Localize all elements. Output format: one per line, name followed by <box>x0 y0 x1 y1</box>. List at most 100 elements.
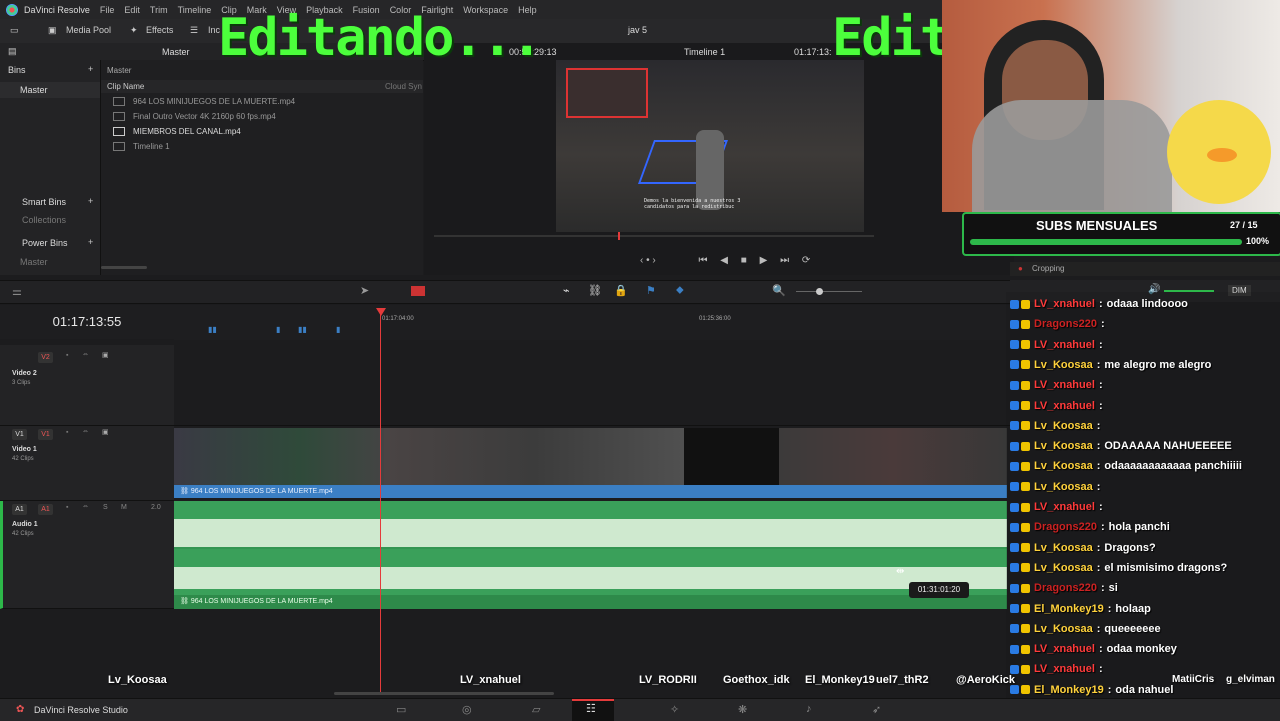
timeline-view-icon[interactable]: ⚌ <box>12 285 22 298</box>
viewer-scrubber[interactable] <box>434 235 874 237</box>
timeline-playhead[interactable] <box>380 308 381 693</box>
timeline-marker-icon[interactable]: ▮ <box>276 325 280 334</box>
page-fairlight-icon[interactable]: ♪ <box>806 703 812 715</box>
zoom-slider-handle[interactable] <box>816 288 823 295</box>
timeline-marker-icon[interactable]: ▮▮ <box>208 325 217 334</box>
chat-username[interactable]: Dragons220 <box>1034 521 1097 533</box>
audio-clip-waveform[interactable] <box>174 501 1007 595</box>
video-clip-thumbnails[interactable] <box>174 428 1007 485</box>
chat-username[interactable]: LV_xnahuel <box>1034 400 1095 412</box>
viewer-playhead[interactable] <box>618 232 620 240</box>
page-cut-icon[interactable]: ◎ <box>462 703 472 716</box>
clip-item[interactable]: 964 LOS MINIJUEGOS DE LA MUERTE.mp4 <box>113 97 295 106</box>
stop-icon[interactable]: ■ <box>741 255 747 266</box>
lock-track-icon[interactable]: ▪ <box>66 504 68 511</box>
track-header-a1[interactable]: A1 A1 ▪ ⇔ S M 2.0 Audio 1 42 Clips <box>0 501 174 609</box>
smart-bin-collections[interactable]: Collections <box>22 215 66 225</box>
chat-username[interactable]: Lv_Koosaa <box>1034 623 1093 635</box>
zoom-slider[interactable] <box>796 291 862 292</box>
lock-icon[interactable]: 🔒 <box>614 284 628 297</box>
power-bin-master[interactable]: Master <box>20 257 48 267</box>
menu-edit[interactable]: Edit <box>124 5 140 15</box>
bin-master[interactable]: Master <box>0 82 100 98</box>
chat-username[interactable]: LV_xnahuel <box>1034 501 1095 513</box>
timeline-marker-icon[interactable]: ▮ <box>336 325 340 334</box>
chat-username[interactable]: Dragons220 <box>1034 318 1097 330</box>
col-cloud-sync[interactable]: Cloud Syn <box>385 82 422 91</box>
playhead-handle[interactable] <box>376 308 386 316</box>
track-lane-v2[interactable] <box>174 345 1010 426</box>
solo-button[interactable]: S <box>103 504 108 511</box>
link-icon[interactable]: ⛓ <box>588 284 602 297</box>
track-monitor-icon[interactable]: ▣ <box>102 351 109 359</box>
snapping-icon[interactable]: ⌁ <box>563 284 570 297</box>
selection-tool-icon[interactable]: ➤ <box>360 284 369 297</box>
clip-item[interactable]: MIEMBROS DEL CANAL.mp4 <box>113 127 241 136</box>
menu-timeline[interactable]: Timeline <box>178 5 212 15</box>
chat-username[interactable]: LV_xnahuel <box>1034 339 1095 351</box>
page-tab-edit-active[interactable]: ☷ <box>572 699 614 721</box>
flag-icon[interactable]: ⚑ <box>646 284 656 297</box>
page-edit-icon[interactable]: ▱ <box>532 703 540 716</box>
clip-list-scrollbar[interactable] <box>101 266 147 269</box>
chat-username[interactable]: LV_xnahuel <box>1034 663 1095 675</box>
track-badge[interactable]: V1 <box>12 429 27 440</box>
chat-username[interactable]: Lv_Koosaa <box>1034 562 1093 574</box>
page-media-icon[interactable]: ▭ <box>396 703 406 716</box>
media-pool-button[interactable]: Media Pool <box>66 25 111 35</box>
play-icon[interactable]: ▶ <box>760 255 768 266</box>
track-badge[interactable]: V2 <box>38 352 53 363</box>
effects-button[interactable]: Effects <box>146 25 173 35</box>
chat-username[interactable]: Lv_Koosaa <box>1034 460 1093 472</box>
chat-username[interactable]: Lv_Koosaa <box>1034 542 1093 554</box>
timeline-ruler[interactable]: 01:17:04:00 01:25:36:00 ▮▮ ▮ ▮▮ ▮ <box>174 305 1010 340</box>
clip-item[interactable]: Timeline 1 <box>113 142 170 151</box>
page-fusion-icon[interactable]: ✧ <box>670 703 679 716</box>
track-badge[interactable]: A1 <box>12 504 27 515</box>
inspector-cropping[interactable]: Cropping <box>1032 264 1064 273</box>
list-view-icon[interactable]: ▤ <box>8 46 17 57</box>
track-badge[interactable]: V1 <box>38 429 53 440</box>
chat-username[interactable]: LV_xnahuel <box>1034 298 1095 310</box>
marker-icon[interactable]: ⬥ <box>676 284 684 297</box>
audio-clip-label[interactable]: ⛓ 964 LOS MINIJUEGOS DE LA MUERTE.mp4 <box>174 595 1007 609</box>
loop-icon[interactable]: ⟳ <box>802 255 810 266</box>
video-preview[interactable]: Demos la bienvenida a nuestros 3 candida… <box>556 60 864 232</box>
chat-username[interactable]: Lv_Koosaa <box>1034 359 1093 371</box>
chat-username[interactable]: Lv_Koosaa <box>1034 420 1093 432</box>
timeline-timecode-display[interactable]: 01:17:13:55 <box>0 305 174 339</box>
track-header-v2[interactable]: V2 ▪ ⇔ ▣ Video 2 3 Clips <box>0 345 174 426</box>
menu-trim[interactable]: Trim <box>150 5 168 15</box>
col-clip-name[interactable]: Clip Name <box>107 82 144 91</box>
menu-file[interactable]: File <box>100 5 115 15</box>
go-to-end-icon[interactable]: ⏭ <box>780 255 789 266</box>
add-smart-bin-icon[interactable]: + <box>88 196 93 206</box>
edit-index-icon[interactable]: ☰ <box>190 25 198 36</box>
chat-username[interactable]: Lv_Koosaa <box>1034 440 1093 452</box>
auto-select-icon[interactable]: ⇔ <box>82 503 89 510</box>
chat-username[interactable]: El_Monkey19 <box>1034 684 1104 696</box>
panel-toggle-icon[interactable]: ▭ <box>10 25 19 36</box>
add-bin-icon[interactable]: + <box>88 64 93 74</box>
auto-select-icon[interactable]: ⇔ <box>82 428 89 435</box>
add-power-bin-icon[interactable]: + <box>88 237 93 247</box>
page-deliver-icon[interactable]: ➶ <box>872 703 881 716</box>
lock-track-icon[interactable]: ▪ <box>66 352 68 359</box>
mute-button[interactable]: M <box>121 504 127 511</box>
chat-username[interactable]: LV_xnahuel <box>1034 643 1095 655</box>
video-clip-label[interactable]: ⛓ 964 LOS MINIJUEGOS DE LA MUERTE.mp4 <box>174 485 1007 498</box>
timeline-marker-icon[interactable]: ▮▮ <box>298 325 307 334</box>
step-back-icon[interactable]: ◀ <box>720 255 728 266</box>
blade-tool-icon[interactable] <box>411 286 425 296</box>
timeline-scrollbar[interactable] <box>334 692 554 695</box>
chat-username[interactable]: El_Monkey19 <box>1034 603 1104 615</box>
track-monitor-icon[interactable]: ▣ <box>102 428 109 436</box>
chat-username[interactable]: LV_xnahuel <box>1034 379 1095 391</box>
timeline-selector[interactable]: Timeline 1 <box>684 47 725 57</box>
clip-item[interactable]: Final Outro Vector 4K 2160p 60 fps.mp4 <box>113 112 276 121</box>
jog-icon[interactable]: ‹ • › <box>640 255 656 266</box>
page-color-icon[interactable]: ❋ <box>738 703 747 716</box>
lock-track-icon[interactable]: ▪ <box>66 429 68 436</box>
auto-select-icon[interactable]: ⇔ <box>82 351 89 358</box>
track-header-v1[interactable]: V1 V1 ▪ ⇔ ▣ Video 1 42 Clips <box>0 426 174 501</box>
